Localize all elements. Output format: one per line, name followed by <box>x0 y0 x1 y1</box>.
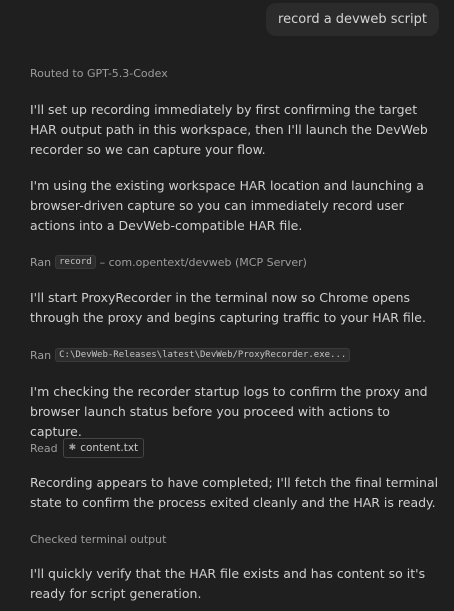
user-message-bubble: record a devweb script <box>266 3 439 36</box>
tool-call-read-file[interactable]: Read ✱ content.txt <box>30 438 145 458</box>
tool-call-ran-proxy[interactable]: Ran C:\DevWeb-Releases\latest\DevWeb/Pro… <box>30 345 351 365</box>
tool-verb: Ran <box>30 348 52 362</box>
tool-verb: Ran <box>30 255 52 269</box>
assistant-paragraph: I'm checking the recorder startup logs t… <box>30 384 428 439</box>
tool-code: C:\DevWeb-Releases\latest\DevWeb/ProxyRe… <box>55 348 351 362</box>
assistant-paragraph: I'll start ProxyRecorder in the terminal… <box>30 290 426 325</box>
asterisk-file-icon: ✱ <box>68 443 77 453</box>
chat-panel: record a devweb script Routed to GPT-5.3… <box>0 0 454 611</box>
assistant-paragraph: I'm using the existing workspace HAR loc… <box>30 178 424 233</box>
routed-label: Routed to GPT-5.3-Codex <box>30 67 168 80</box>
file-chip[interactable]: ✱ content.txt <box>62 438 145 458</box>
assistant-paragraph: I'll set up recording immediately by fir… <box>30 102 428 157</box>
assistant-paragraph: Recording appears to have completed; I'l… <box>30 475 439 510</box>
assistant-paragraph: I'll quickly verify that the HAR file ex… <box>30 566 426 601</box>
tool-text: Checked terminal output <box>30 532 167 546</box>
tool-call-checked[interactable]: Checked terminal output <box>30 529 166 549</box>
tool-source: – com.opentext/devweb (MCP Server) <box>99 255 307 269</box>
file-name: content.txt <box>80 442 139 454</box>
tool-call-ran-record[interactable]: Ran record – com.opentext/devweb (MCP Se… <box>30 252 307 272</box>
tool-verb: Read <box>30 441 58 455</box>
tool-code: record <box>55 255 96 269</box>
